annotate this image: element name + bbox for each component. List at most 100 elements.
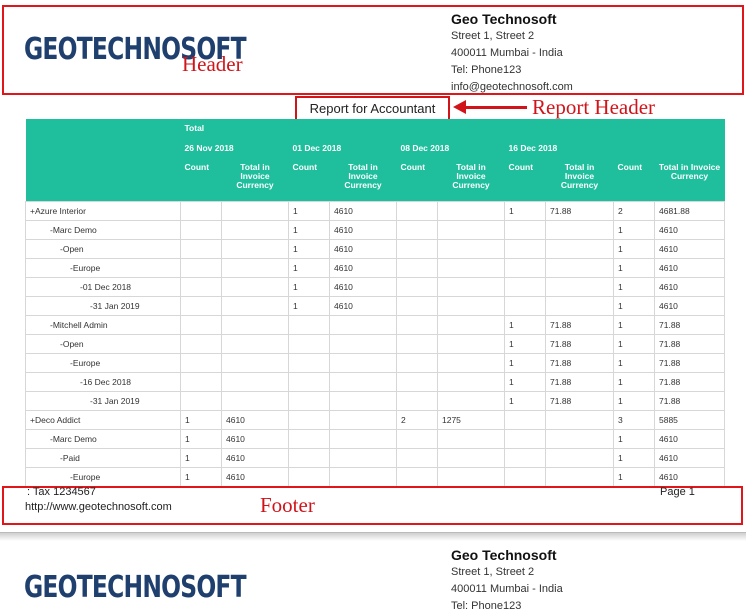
total-cell — [545, 410, 614, 430]
phone-line: Tel: Phone123 — [451, 600, 522, 612]
count-cell — [396, 277, 438, 297]
footer-page-number: Page 1 — [660, 486, 695, 498]
total-cell — [221, 220, 289, 240]
table-row[interactable]: -Mitchell Admin 1 71.88 1 71.88 — [25, 315, 726, 335]
row-header-label[interactable]: -Europe — [25, 353, 181, 373]
total-cell — [329, 315, 397, 335]
total-cell: 4610 — [653, 258, 726, 278]
count-cell — [288, 353, 330, 373]
count-cell — [396, 239, 438, 259]
row-header-label[interactable]: -31 Jan 2019 — [25, 296, 181, 316]
email-line: info@geotechnosoft.com — [451, 81, 573, 93]
date-header[interactable]: 01 Dec 2018 — [288, 139, 397, 159]
count-header[interactable]: Count — [180, 159, 222, 202]
count-cell — [180, 220, 222, 240]
row-header-label[interactable]: -Paid — [25, 448, 181, 468]
count-cell — [180, 353, 222, 373]
table-row[interactable]: -Europe 1 4610 1 4610 — [25, 467, 726, 487]
count-cell — [180, 201, 222, 221]
count-header[interactable]: Count — [288, 159, 330, 202]
total-currency-header[interactable]: Total in Invoice Currency — [221, 159, 289, 202]
table-row[interactable]: -31 Jan 2019 1 71.88 1 71.88 — [25, 391, 726, 411]
row-header-label[interactable]: -31 Jan 2019 — [25, 391, 181, 411]
table-row[interactable]: -Marc Demo 1 4610 1 4610 — [25, 429, 726, 449]
company-name: Geo Technosoft — [451, 547, 557, 563]
count-cell — [396, 296, 438, 316]
count-cell — [180, 334, 222, 354]
total-cell: 71.88 — [653, 391, 726, 411]
total-cell: 4610 — [221, 429, 289, 449]
table-row[interactable]: -Europe 1 4610 1 4610 — [25, 258, 726, 278]
row-header-label[interactable]: +Azure Interior — [25, 201, 181, 221]
footer-annotation-label: Footer — [260, 493, 315, 517]
total-cell: 4610 — [221, 467, 289, 487]
total-currency-header[interactable]: Total in Invoice Currency — [545, 159, 614, 202]
count-cell: 1 — [180, 429, 222, 449]
row-header-label[interactable]: -Open — [25, 239, 181, 259]
row-header-label[interactable]: -Mitchell Admin — [25, 315, 181, 335]
date-header[interactable]: 26 Nov 2018 — [180, 139, 289, 159]
date-header[interactable]: 16 Dec 2018 — [504, 139, 614, 159]
table-row[interactable]: -01 Dec 2018 1 4610 1 4610 — [25, 277, 726, 297]
table-row[interactable]: -Open 1 4610 1 4610 — [25, 239, 726, 259]
report-title: Report for Accountant — [295, 96, 450, 121]
total-cell — [437, 201, 505, 221]
count-cell — [396, 220, 438, 240]
total-currency-header[interactable]: Total in Invoice Currency — [437, 159, 505, 202]
total-cell: 4610 — [329, 296, 397, 316]
row-header-label[interactable]: -Europe — [25, 258, 181, 278]
table-row[interactable]: -Europe 1 71.88 1 71.88 — [25, 353, 726, 373]
row-header-label[interactable]: +Deco Addict — [25, 410, 181, 430]
count-cell — [504, 220, 546, 240]
total-cell: 71.88 — [653, 372, 726, 392]
count-cell: 1 — [504, 372, 546, 392]
count-cell — [396, 315, 438, 335]
count-cell — [396, 467, 438, 487]
table-row[interactable]: +Azure Interior 1 4610 1 71.88 2 4681.88 — [25, 201, 726, 221]
table-row[interactable]: -Paid 1 4610 1 4610 — [25, 448, 726, 468]
company-address-block: Geo Technosoft Street 1, Street 2 400011… — [451, 546, 563, 615]
count-header[interactable]: Count — [396, 159, 438, 202]
count-cell: 1 — [613, 315, 655, 335]
company-name: Geo Technosoft — [451, 11, 557, 27]
count-cell — [396, 448, 438, 468]
table-row[interactable]: -16 Dec 2018 1 71.88 1 71.88 — [25, 372, 726, 392]
total-cell: 4610 — [653, 467, 726, 487]
row-header-label[interactable]: -Marc Demo — [25, 429, 181, 449]
row-header-label[interactable]: -Marc Demo — [25, 220, 181, 240]
table-row[interactable]: -31 Jan 2019 1 4610 1 4610 — [25, 296, 726, 316]
total-header[interactable]: Total — [180, 119, 725, 139]
count-cell: 1 — [504, 391, 546, 411]
total-currency-header[interactable]: Total in Invoice Currency — [329, 159, 397, 202]
count-cell — [180, 391, 222, 411]
arrow-line — [465, 106, 527, 109]
row-header-label[interactable]: -01 Dec 2018 — [25, 277, 181, 297]
count-cell: 1 — [504, 334, 546, 354]
table-row[interactable]: -Marc Demo 1 4610 1 4610 — [25, 220, 726, 240]
row-header-label[interactable]: -16 Dec 2018 — [25, 372, 181, 392]
count-cell: 1 — [613, 467, 655, 487]
total-cell — [437, 448, 505, 468]
count-header[interactable]: Count — [613, 159, 655, 202]
address-line: Street 1, Street 2 — [451, 566, 535, 578]
footer-website[interactable]: http://www.geotechnosoft.com — [25, 501, 172, 513]
total-cell: 71.88 — [545, 372, 614, 392]
report-header-annotation-label: Report Header — [532, 95, 656, 119]
count-header[interactable]: Count — [504, 159, 546, 202]
total-cell — [437, 239, 505, 259]
count-cell — [504, 239, 546, 259]
total-currency-header[interactable]: Total in Invoice Currency — [654, 159, 725, 202]
corner-header — [25, 119, 181, 139]
count-cell — [180, 315, 222, 335]
total-cell — [437, 296, 505, 316]
count-cell: 2 — [613, 201, 655, 221]
table-row[interactable]: +Deco Addict 1 4610 2 1275 3 5885 — [25, 410, 726, 430]
total-cell — [545, 448, 614, 468]
count-cell — [396, 429, 438, 449]
total-cell — [437, 277, 505, 297]
row-header-label[interactable]: -Europe — [25, 467, 181, 487]
date-header[interactable]: 08 Dec 2018 — [396, 139, 505, 159]
table-row[interactable]: -Open 1 71.88 1 71.88 — [25, 334, 726, 354]
count-cell: 1 — [613, 429, 655, 449]
row-header-label[interactable]: -Open — [25, 334, 181, 354]
